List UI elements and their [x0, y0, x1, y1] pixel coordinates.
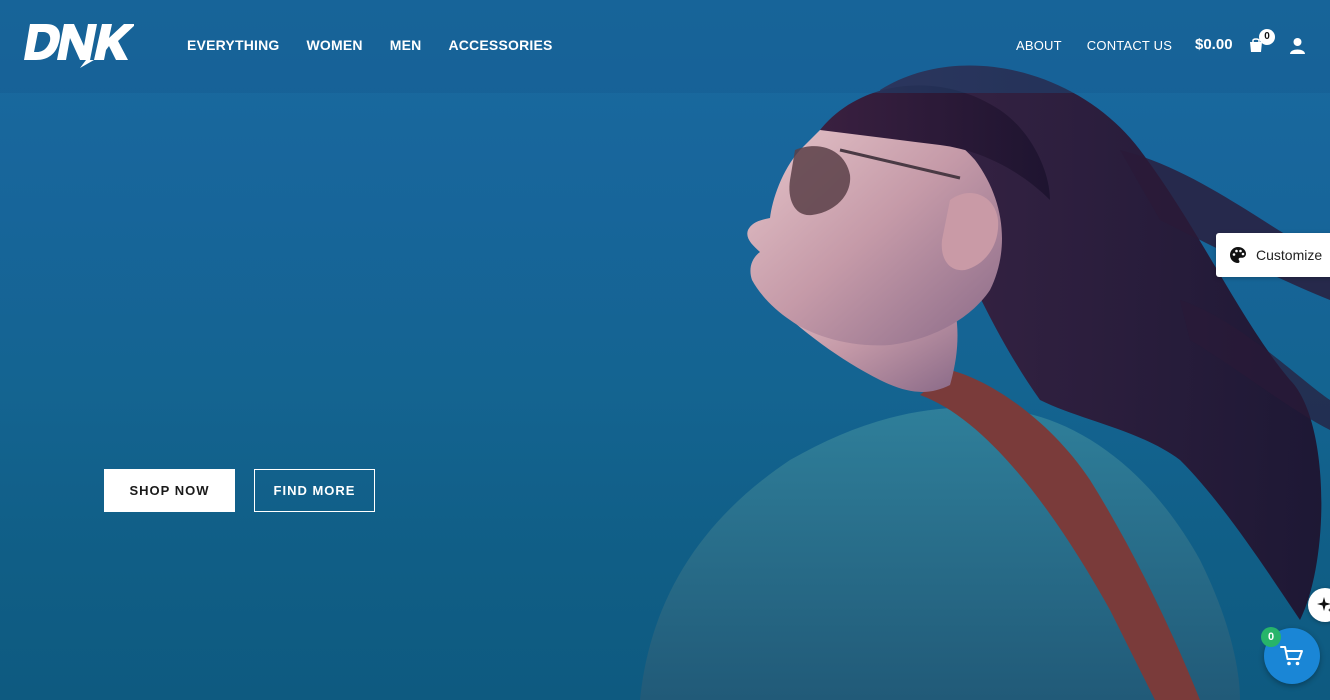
user-icon[interactable]	[1289, 37, 1306, 54]
nav-women[interactable]: WOMEN	[307, 37, 363, 53]
customize-button[interactable]: Customize	[1216, 233, 1330, 277]
palette-icon	[1230, 247, 1246, 263]
site-header: EVERYTHING WOMEN MEN ACCESSORIES ABOUT C…	[0, 0, 1330, 93]
nav-accessories[interactable]: ACCESSORIES	[448, 37, 552, 53]
nav-about[interactable]: ABOUT	[1016, 38, 1062, 53]
hero-image	[640, 65, 1330, 700]
shop-now-button[interactable]: SHOP NOW	[104, 469, 235, 512]
dnk-logo[interactable]	[24, 20, 134, 68]
sparkle-icon	[1317, 597, 1330, 612]
cart-count-badge: 0	[1259, 29, 1275, 45]
page: EVERYTHING WOMEN MEN ACCESSORIES ABOUT C…	[0, 0, 1330, 700]
floating-cart-count-badge: 0	[1261, 627, 1281, 647]
nav-men[interactable]: MEN	[390, 37, 422, 53]
cart-icon	[1280, 646, 1303, 666]
nav-everything[interactable]: EVERYTHING	[187, 37, 280, 53]
cart-total[interactable]: $0.00	[1195, 36, 1233, 53]
secondary-nav: ABOUT CONTACT US	[1016, 38, 1172, 53]
customize-label: Customize	[1256, 247, 1323, 263]
find-more-button[interactable]: FIND MORE	[254, 469, 375, 512]
nav-contact-us[interactable]: CONTACT US	[1087, 38, 1172, 53]
primary-nav: EVERYTHING WOMEN MEN ACCESSORIES	[187, 37, 553, 53]
